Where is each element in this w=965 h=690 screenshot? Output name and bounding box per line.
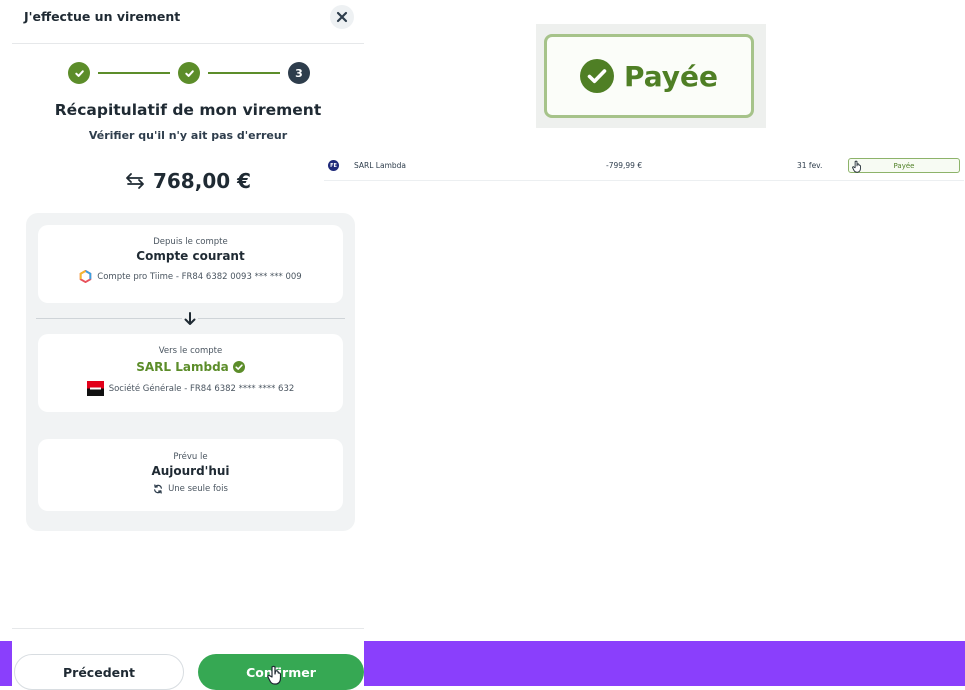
page-subtitle: Vérifier qu'il n'y ait pas d'erreur	[88, 129, 288, 142]
close-button[interactable]	[330, 5, 354, 29]
source-account-name: Compte courant	[136, 249, 245, 263]
transaction-amount: -799,99 €	[606, 161, 643, 170]
transfer-amount-row: 768,00 €	[12, 166, 364, 196]
footer-divider	[12, 628, 364, 629]
page-title: Récapitulatif de mon virement	[54, 101, 322, 119]
step-2-completed	[178, 62, 200, 84]
direction-arrow	[182, 311, 198, 327]
source-account-iban: Compte pro Tiime - FR84 6382 0093 *** **…	[97, 271, 302, 282]
destination-account-iban: Société Générale - FR84 6382 **** **** 6…	[108, 383, 295, 394]
paid-status-badge[interactable]: Payée	[848, 158, 960, 173]
step-3-current: 3	[288, 62, 310, 84]
transaction-counterparty: SARL Lambda	[354, 161, 407, 170]
destination-account-card: Vers le compte SARL Lambda Société Génér…	[38, 334, 343, 412]
step-connector	[208, 72, 280, 74]
paid-status-badge-large: Payée	[544, 34, 754, 118]
recurrence-text: Une seule fois	[168, 484, 228, 494]
schedule-label: Prévu le	[173, 452, 208, 462]
counterparty-logo: FE	[328, 160, 339, 171]
paid-status-label-large: Payée	[623, 59, 719, 93]
tiime-logo-icon	[80, 270, 92, 283]
schedule-date: Aujourd'hui	[151, 464, 230, 478]
transaction-date: 31 fev.	[797, 161, 823, 170]
arrow-down-icon	[184, 312, 196, 325]
modal-header: J'effectue un virement	[12, 0, 364, 44]
check-icon	[184, 69, 194, 77]
transfer-modal: J'effectue un virement 3 Récapitulatif d…	[12, 0, 364, 690]
source-account-card: Depuis le compte Compte courant Compte p…	[38, 225, 343, 303]
destination-account-label: Vers le compte	[158, 346, 223, 356]
societe-generale-logo-icon	[86, 381, 104, 396]
transaction-row[interactable]: FE SARL Lambda -799,99 € 31 fev. Payée	[324, 157, 964, 181]
schedule-recurrence: Une seule fois	[38, 484, 343, 494]
source-account-detail: Compte pro Tiime - FR84 6382 0093 *** **…	[38, 270, 343, 283]
schedule-card: Prévu le Aujourd'hui Une seule fois	[38, 439, 343, 511]
verified-check-icon	[232, 361, 245, 373]
repeat-icon	[154, 484, 163, 494]
close-icon	[336, 11, 348, 23]
check-circle-icon	[579, 59, 614, 93]
progress-stepper: 3	[68, 62, 316, 86]
step-connector	[98, 72, 170, 74]
transfer-arrows-icon	[126, 173, 144, 189]
source-account-label: Depuis le compte	[153, 237, 228, 247]
hand-cursor-icon	[267, 665, 282, 685]
transfer-amount: 768,00 €	[152, 169, 252, 193]
hand-cursor-icon	[852, 160, 861, 173]
previous-button[interactable]: Précedent	[14, 654, 184, 690]
step-1-completed	[68, 62, 90, 84]
status-badge-zoom: Payée	[536, 24, 766, 128]
modal-title: J'effectue un virement	[24, 9, 181, 24]
check-icon	[74, 69, 84, 77]
destination-account-detail: Société Générale - FR84 6382 **** **** 6…	[38, 381, 343, 396]
destination-account-name-row: SARL Lambda	[136, 360, 245, 374]
transfer-summary: Depuis le compte Compte courant Compte p…	[26, 213, 355, 531]
destination-account-name: SARL Lambda	[136, 360, 229, 374]
